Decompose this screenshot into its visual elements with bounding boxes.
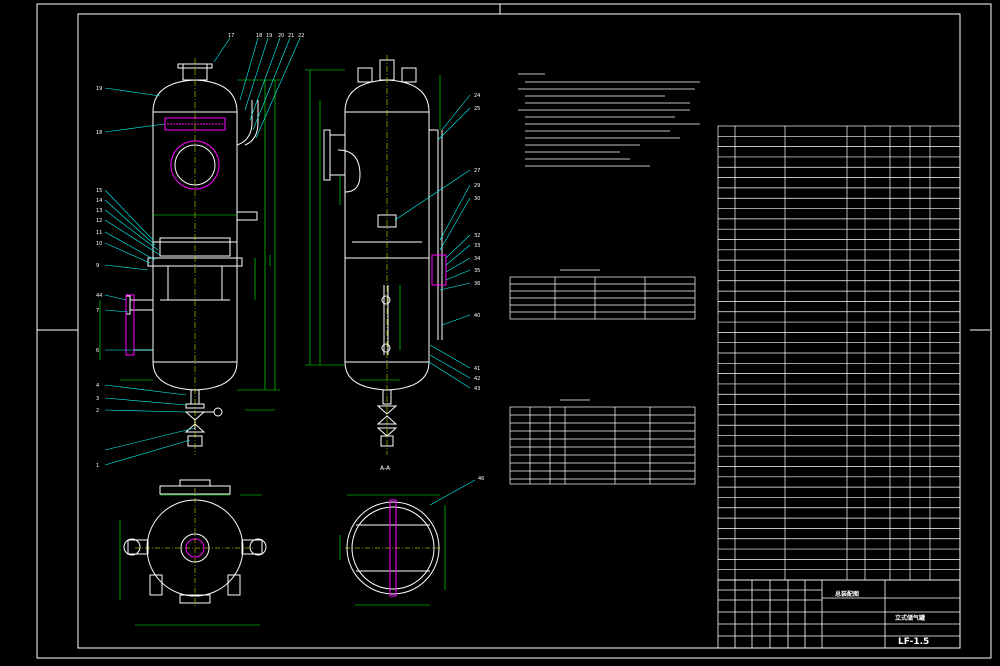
part-number: 18 <box>96 130 102 136</box>
part-number: 1 <box>96 463 99 469</box>
part-number: 13 <box>96 208 102 214</box>
drawing-sheet: 19 18 15 14 13 12 11 10 9 44 7 6 4 3 2 1… <box>36 3 992 659</box>
part-number: 10 <box>96 241 102 247</box>
part-number: 25 <box>474 106 480 112</box>
part-number: 17 <box>228 33 234 39</box>
part-number: 29 <box>474 183 480 189</box>
part-number: 44 <box>96 293 102 299</box>
side-view <box>323 59 447 447</box>
title-block-name: 立式储气罐 <box>895 614 925 622</box>
part-number: 3 <box>96 396 99 402</box>
part-number: 24 <box>474 93 480 99</box>
drawing-number: LF-1.5 <box>898 637 929 647</box>
part-number: 46 <box>478 476 484 482</box>
part-number: 36 <box>474 281 480 287</box>
top-view-dimensions <box>119 494 262 626</box>
part-number: 14 <box>96 198 102 204</box>
part-number: 19 <box>266 33 272 39</box>
part-number: 22 <box>298 33 304 39</box>
design-data-table <box>509 269 696 320</box>
side-dimensions <box>305 69 441 381</box>
part-number: 6 <box>96 348 99 354</box>
part-number: 30 <box>474 196 480 202</box>
outer-border <box>36 3 992 659</box>
part-number: 35 <box>474 268 480 274</box>
inner-frame <box>77 13 961 649</box>
part-number: 4 <box>96 383 99 389</box>
part-number: 42 <box>474 376 480 382</box>
part-number: 7 <box>96 308 99 314</box>
part-number: 43 <box>474 386 480 392</box>
part-number: 18 <box>256 33 262 39</box>
part-number: 32 <box>474 233 480 239</box>
front-leaders <box>104 37 301 466</box>
part-number: 12 <box>96 218 102 224</box>
part-number: 20 <box>278 33 284 39</box>
part-number: 34 <box>474 256 480 262</box>
part-number: 9 <box>96 263 99 269</box>
nozzle-table <box>509 399 696 485</box>
section-label: A-A <box>380 465 391 472</box>
part-number: 27 <box>474 168 480 174</box>
part-number: 19 <box>96 86 102 92</box>
parts-list <box>717 125 961 581</box>
technical-requirements <box>518 73 700 167</box>
side-part-numbers: 24 25 27 29 30 32 33 34 35 36 40 41 42 4… <box>474 93 484 482</box>
part-number: 21 <box>288 33 294 39</box>
part-number: 2 <box>96 408 99 414</box>
part-number: 11 <box>96 230 102 236</box>
title-block-drawing: 总装配图 <box>835 590 859 598</box>
part-number: 33 <box>474 243 480 249</box>
part-number: 41 <box>474 366 480 372</box>
side-leaders <box>394 94 476 506</box>
part-number: 15 <box>96 188 102 194</box>
top-view-marks <box>135 488 255 608</box>
part-number: 40 <box>474 313 480 319</box>
